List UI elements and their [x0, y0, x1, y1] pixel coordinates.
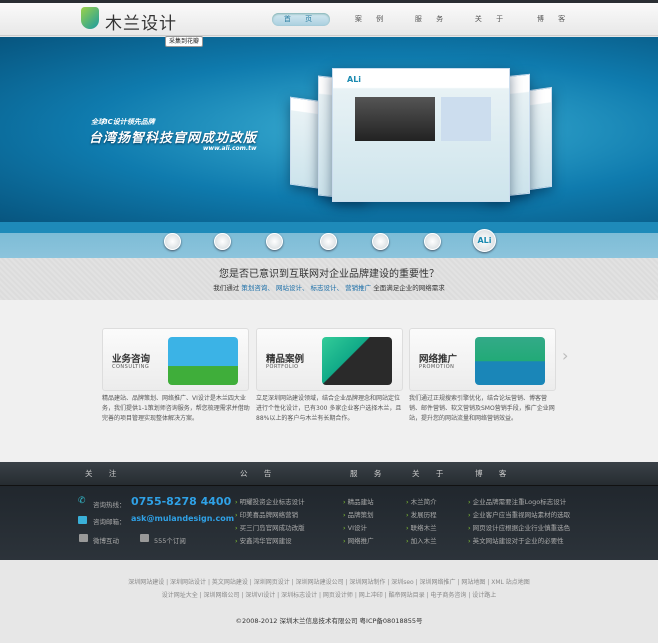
footer-heading-notice: 公 告 [240, 469, 279, 478]
footer-heading-about: 关 于 [412, 469, 451, 478]
intro-tail: 全面满足企业的网络需求 [373, 284, 445, 292]
logo-icon[interactable] [81, 7, 99, 29]
footer-heading-services: 服 务 [350, 469, 389, 478]
intro-subtitle: 我们通过 策划咨询、 网站设计、 标志设计、 营销推广 全面满足企业的网络需求 [0, 282, 658, 292]
rss-link[interactable]: 555个订阅 [154, 535, 186, 545]
phone-label: 咨询热线： [93, 501, 126, 509]
about-link[interactable]: 加入木兰 [406, 535, 437, 545]
logo-text[interactable]: 木兰设计 [105, 9, 177, 34]
intro-question: 您是否已意识到互联网对企业品牌建设的重要性？ [219, 269, 439, 280]
banner-thumb-ali[interactable]: ALi [473, 229, 496, 252]
nav-home[interactable]: 首 页 [272, 13, 330, 26]
footer-heading-blog: 博 客 [475, 469, 514, 478]
banner-title[interactable]: 台湾扬智科技官网成功改版 [89, 127, 257, 146]
seo-links-row-1[interactable]: 深圳网站建设 | 深圳网站设计 | 英文网站建设 | 深圳网页设计 | 深圳网站… [0, 577, 658, 586]
card-subtitle: PORTFOLIO [266, 364, 299, 370]
banner-subtitle: 全球IC设计领先品牌 [91, 118, 155, 126]
mail-icon [78, 516, 87, 524]
ali-logo: ALi [347, 75, 362, 84]
banner-thumb-1[interactable] [164, 233, 181, 250]
intro-lead: 我们通过 [213, 284, 240, 292]
about-link[interactable]: 木兰简介 [406, 496, 437, 506]
banner-screen-main: ALi [332, 68, 510, 202]
screen-hero-image [355, 97, 435, 141]
seo-links-row-2[interactable]: 设计网址大全 | 深圳网络公司 | 深圳VI设计 | 深圳标志设计 | 网页设计… [0, 590, 658, 599]
email-link[interactable]: ask@mulandesign.com [131, 514, 234, 523]
blog-link[interactable]: 网页设计应根据企业行业慎重选色 [468, 522, 571, 532]
card-title: 精品案例 [266, 354, 305, 365]
about-link[interactable]: 联络木兰 [406, 522, 437, 532]
nav-services[interactable]: 服 务 [412, 13, 452, 26]
nav-cases[interactable]: 案 例 [352, 13, 392, 26]
service-card-consulting[interactable]: 业务咨询 CONSULTING [102, 328, 249, 391]
card-subtitle: CONSULTING [112, 364, 150, 370]
promotion-illustration [475, 337, 545, 385]
banner-thumb-6[interactable] [424, 233, 441, 250]
pin-to-huaban-button[interactable]: 采集到花瓣 [165, 36, 203, 47]
card-title: 网络推广 [419, 354, 458, 365]
copyright: ©2008-2012 深圳木兰信息技术有限公司 粤ICP备08018855号 [235, 617, 423, 625]
link-marketing[interactable]: 营销推广 [345, 284, 371, 292]
email-label: 咨询邮箱： [93, 518, 126, 526]
phone-icon: ✆ [78, 496, 86, 506]
service-desc-portfolio: 立足深圳网站建设领域，结合企业品牌理念和网站定位进行个性化设计，已有300 多家… [256, 395, 402, 422]
nav-about[interactable]: 关 于 [472, 13, 512, 26]
blog-link[interactable]: 企业品牌需要注重Logo标志设计 [468, 496, 567, 506]
service-link[interactable]: 品牌策划 [343, 509, 374, 519]
phone-number: 0755-8278 4400 [131, 495, 232, 508]
notice-link[interactable]: 安鑫鸿华官网建设 [235, 535, 292, 545]
notice-link[interactable]: 买三门岛官网成功改版 [235, 522, 305, 532]
service-link[interactable]: 精品建站 [343, 496, 374, 506]
service-link[interactable]: 网络推广 [343, 535, 374, 545]
service-desc-promotion: 我们通过正规搜索引擎优化，结合论坛营销、博客营销、邮件营销、软文营销及SMO营销… [409, 395, 555, 422]
card-title: 业务咨询 [112, 354, 151, 365]
weibo-icon [79, 534, 88, 542]
chevron-right-icon[interactable]: › [562, 346, 568, 365]
banner-thumb-2[interactable] [214, 233, 231, 250]
blog-link[interactable]: 英文网站建设对于企业的必要性 [468, 535, 564, 545]
banner-thumb-5[interactable] [372, 233, 389, 250]
notice-link[interactable]: 印美喜品牌网络营销 [235, 509, 299, 519]
service-card-promotion[interactable]: 网络推广 PROMOTION [409, 328, 556, 391]
bottom-bar [0, 560, 658, 643]
notice-link[interactable]: 明耀投资企业标志设计 [235, 496, 305, 506]
banner-thumb-3[interactable] [266, 233, 283, 250]
portfolio-illustration [322, 337, 392, 385]
blog-link[interactable]: 企业客户应当重视网站素材的选取 [468, 509, 571, 519]
weibo-link[interactable]: 微博互动 [93, 535, 119, 545]
screen-side-image [441, 97, 491, 141]
link-logo-design[interactable]: 标志设计、 [311, 284, 344, 292]
link-web-design[interactable]: 网站设计、 [276, 284, 309, 292]
link-consulting[interactable]: 策划咨询、 [241, 284, 274, 292]
service-card-portfolio[interactable]: 精品案例 PORTFOLIO [256, 328, 403, 391]
rss-icon [140, 534, 149, 542]
banner-thumb-4[interactable] [320, 233, 337, 250]
service-desc-consulting: 精品建站、品牌策划、网络推广、VI设计是木兰四大业务，我们提供1-1策划师咨询服… [102, 395, 250, 422]
footer-heading-follow: 关 注 [85, 469, 124, 478]
about-link[interactable]: 发展历程 [406, 509, 437, 519]
card-subtitle: PROMOTION [419, 364, 455, 370]
nav-blog[interactable]: 博 客 [534, 13, 574, 26]
banner-url: www.ali.com.tw [203, 145, 257, 152]
consulting-illustration [168, 337, 238, 385]
service-link[interactable]: VI设计 [343, 522, 367, 532]
